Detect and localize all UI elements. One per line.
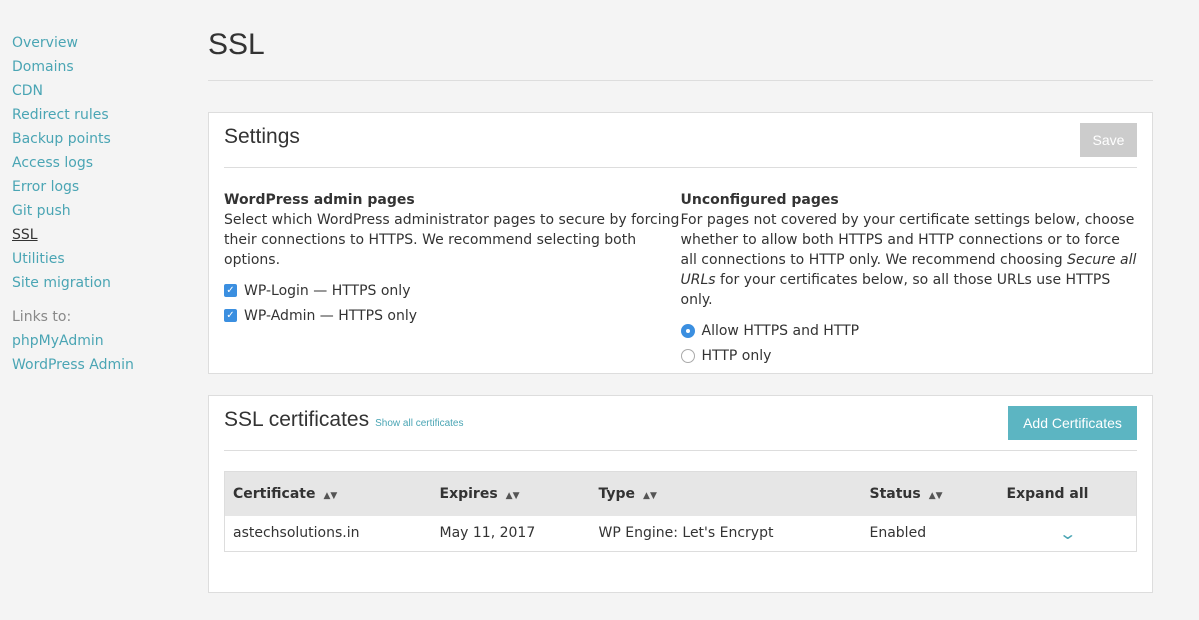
cell-status: Enabled bbox=[869, 525, 927, 542]
links-label: Links to: bbox=[12, 309, 72, 325]
allow-https-http-radio[interactable] bbox=[680, 323, 695, 338]
sort-icon[interactable]: ▲▼ bbox=[323, 491, 337, 501]
sort-icon[interactable]: ▲▼ bbox=[929, 491, 943, 501]
show-all-certificates-link[interactable]: Show all certificates bbox=[375, 418, 463, 429]
http-only-label: HTTP only bbox=[701, 347, 772, 364]
sidebar-item-domains[interactable]: Domains bbox=[12, 55, 192, 79]
admin-pages-heading: WordPress admin pages bbox=[224, 192, 415, 208]
cell-type: WP Engine: Let's Encrypt bbox=[598, 525, 774, 542]
table-header-row: Certificate ▲▼ Expires ▲▼ Type ▲▼ Status ▲▼ … bbox=[224, 471, 1137, 516]
sidebar-item-access-logs[interactable]: Access logs bbox=[12, 151, 192, 175]
table-row[interactable]: astechsolutions.in May 11, 2017 WP Engin… bbox=[225, 516, 1137, 552]
sidebar-nav: Overview Domains CDN Redirect rules Back… bbox=[12, 31, 192, 377]
sidebar-item-backup-points[interactable]: Backup points bbox=[12, 127, 192, 151]
certificates-title: SSL certificates Show all certificates bbox=[224, 408, 464, 431]
wp-login-checkbox[interactable]: ✓ bbox=[224, 284, 237, 297]
cell-expires: May 11, 2017 bbox=[439, 525, 536, 542]
save-button[interactable]: Save bbox=[1080, 123, 1137, 157]
cell-expand: ⌄ bbox=[999, 516, 1137, 552]
allow-https-http-option[interactable]: Allow HTTPS and HTTP bbox=[680, 318, 1138, 343]
allow-https-http-label: Allow HTTPS and HTTP bbox=[701, 322, 860, 339]
certificates-table: Certificate ▲▼ Expires ▲▼ Type ▲▼ Status ▲▼ … bbox=[224, 471, 1137, 552]
link-wordpress-admin[interactable]: WordPress Admin bbox=[12, 353, 192, 377]
page-title: SSL bbox=[208, 28, 1153, 81]
settings-header: Settings Save bbox=[224, 113, 1137, 168]
link-phpmyadmin[interactable]: phpMyAdmin bbox=[12, 329, 192, 353]
settings-title: Settings bbox=[224, 125, 300, 148]
sidebar-item-site-migration[interactable]: Site migration bbox=[12, 271, 192, 295]
cell-certificate: astechsolutions.in bbox=[233, 525, 360, 542]
certificates-header: SSL certificates Show all certificates Ad… bbox=[224, 396, 1137, 451]
wp-admin-label: WP-Admin — HTTPS only bbox=[244, 307, 418, 324]
col-type-header[interactable]: Type ▲▼ bbox=[591, 472, 862, 516]
expand-all-header[interactable]: Expand all bbox=[999, 472, 1137, 516]
unconfigured-heading: Unconfigured pages bbox=[680, 192, 839, 208]
unconfigured-pages-section: Unconfigured pages For pages not covered… bbox=[680, 190, 1138, 373]
settings-panel: Settings Save WordPress admin pages Sele… bbox=[208, 112, 1153, 374]
admin-pages-desc: Select which WordPress administrator pag… bbox=[224, 212, 680, 268]
sidebar-item-git-push[interactable]: Git push bbox=[12, 199, 192, 223]
sidebar-item-redirect-rules[interactable]: Redirect rules bbox=[12, 103, 192, 127]
sidebar-item-error-logs[interactable]: Error logs bbox=[12, 175, 192, 199]
main-content: SSL Settings Save WordPress admin pages … bbox=[208, 0, 1153, 593]
sort-icon[interactable]: ▲▼ bbox=[506, 491, 520, 501]
http-only-option[interactable]: HTTP only bbox=[680, 343, 1138, 368]
wp-admin-option[interactable]: ✓ WP-Admin — HTTPS only bbox=[224, 303, 681, 328]
sort-icon[interactable]: ▲▼ bbox=[643, 491, 657, 501]
sidebar-item-cdn[interactable]: CDN bbox=[12, 79, 192, 103]
admin-pages-section: WordPress admin pages Select which WordP… bbox=[224, 190, 681, 373]
wp-login-option[interactable]: ✓ WP-Login — HTTPS only bbox=[224, 278, 681, 303]
col-expires-header[interactable]: Expires ▲▼ bbox=[432, 472, 591, 516]
certificates-panel: SSL certificates Show all certificates Ad… bbox=[208, 395, 1153, 593]
chevron-down-icon[interactable]: ⌄ bbox=[1058, 524, 1077, 543]
wp-admin-checkbox[interactable]: ✓ bbox=[224, 309, 237, 322]
sidebar-item-ssl[interactable]: SSL bbox=[12, 223, 192, 247]
sidebar-item-utilities[interactable]: Utilities bbox=[12, 247, 192, 271]
add-certificates-button[interactable]: Add Certificates bbox=[1008, 406, 1137, 440]
unconfigured-desc: For pages not covered by your certificat… bbox=[680, 212, 1137, 308]
col-certificate-header[interactable]: Certificate ▲▼ bbox=[225, 472, 432, 516]
sidebar-item-overview[interactable]: Overview bbox=[12, 31, 192, 55]
http-only-radio[interactable] bbox=[680, 348, 695, 363]
col-status-header[interactable]: Status ▲▼ bbox=[862, 472, 999, 516]
wp-login-label: WP-Login — HTTPS only bbox=[244, 282, 411, 299]
